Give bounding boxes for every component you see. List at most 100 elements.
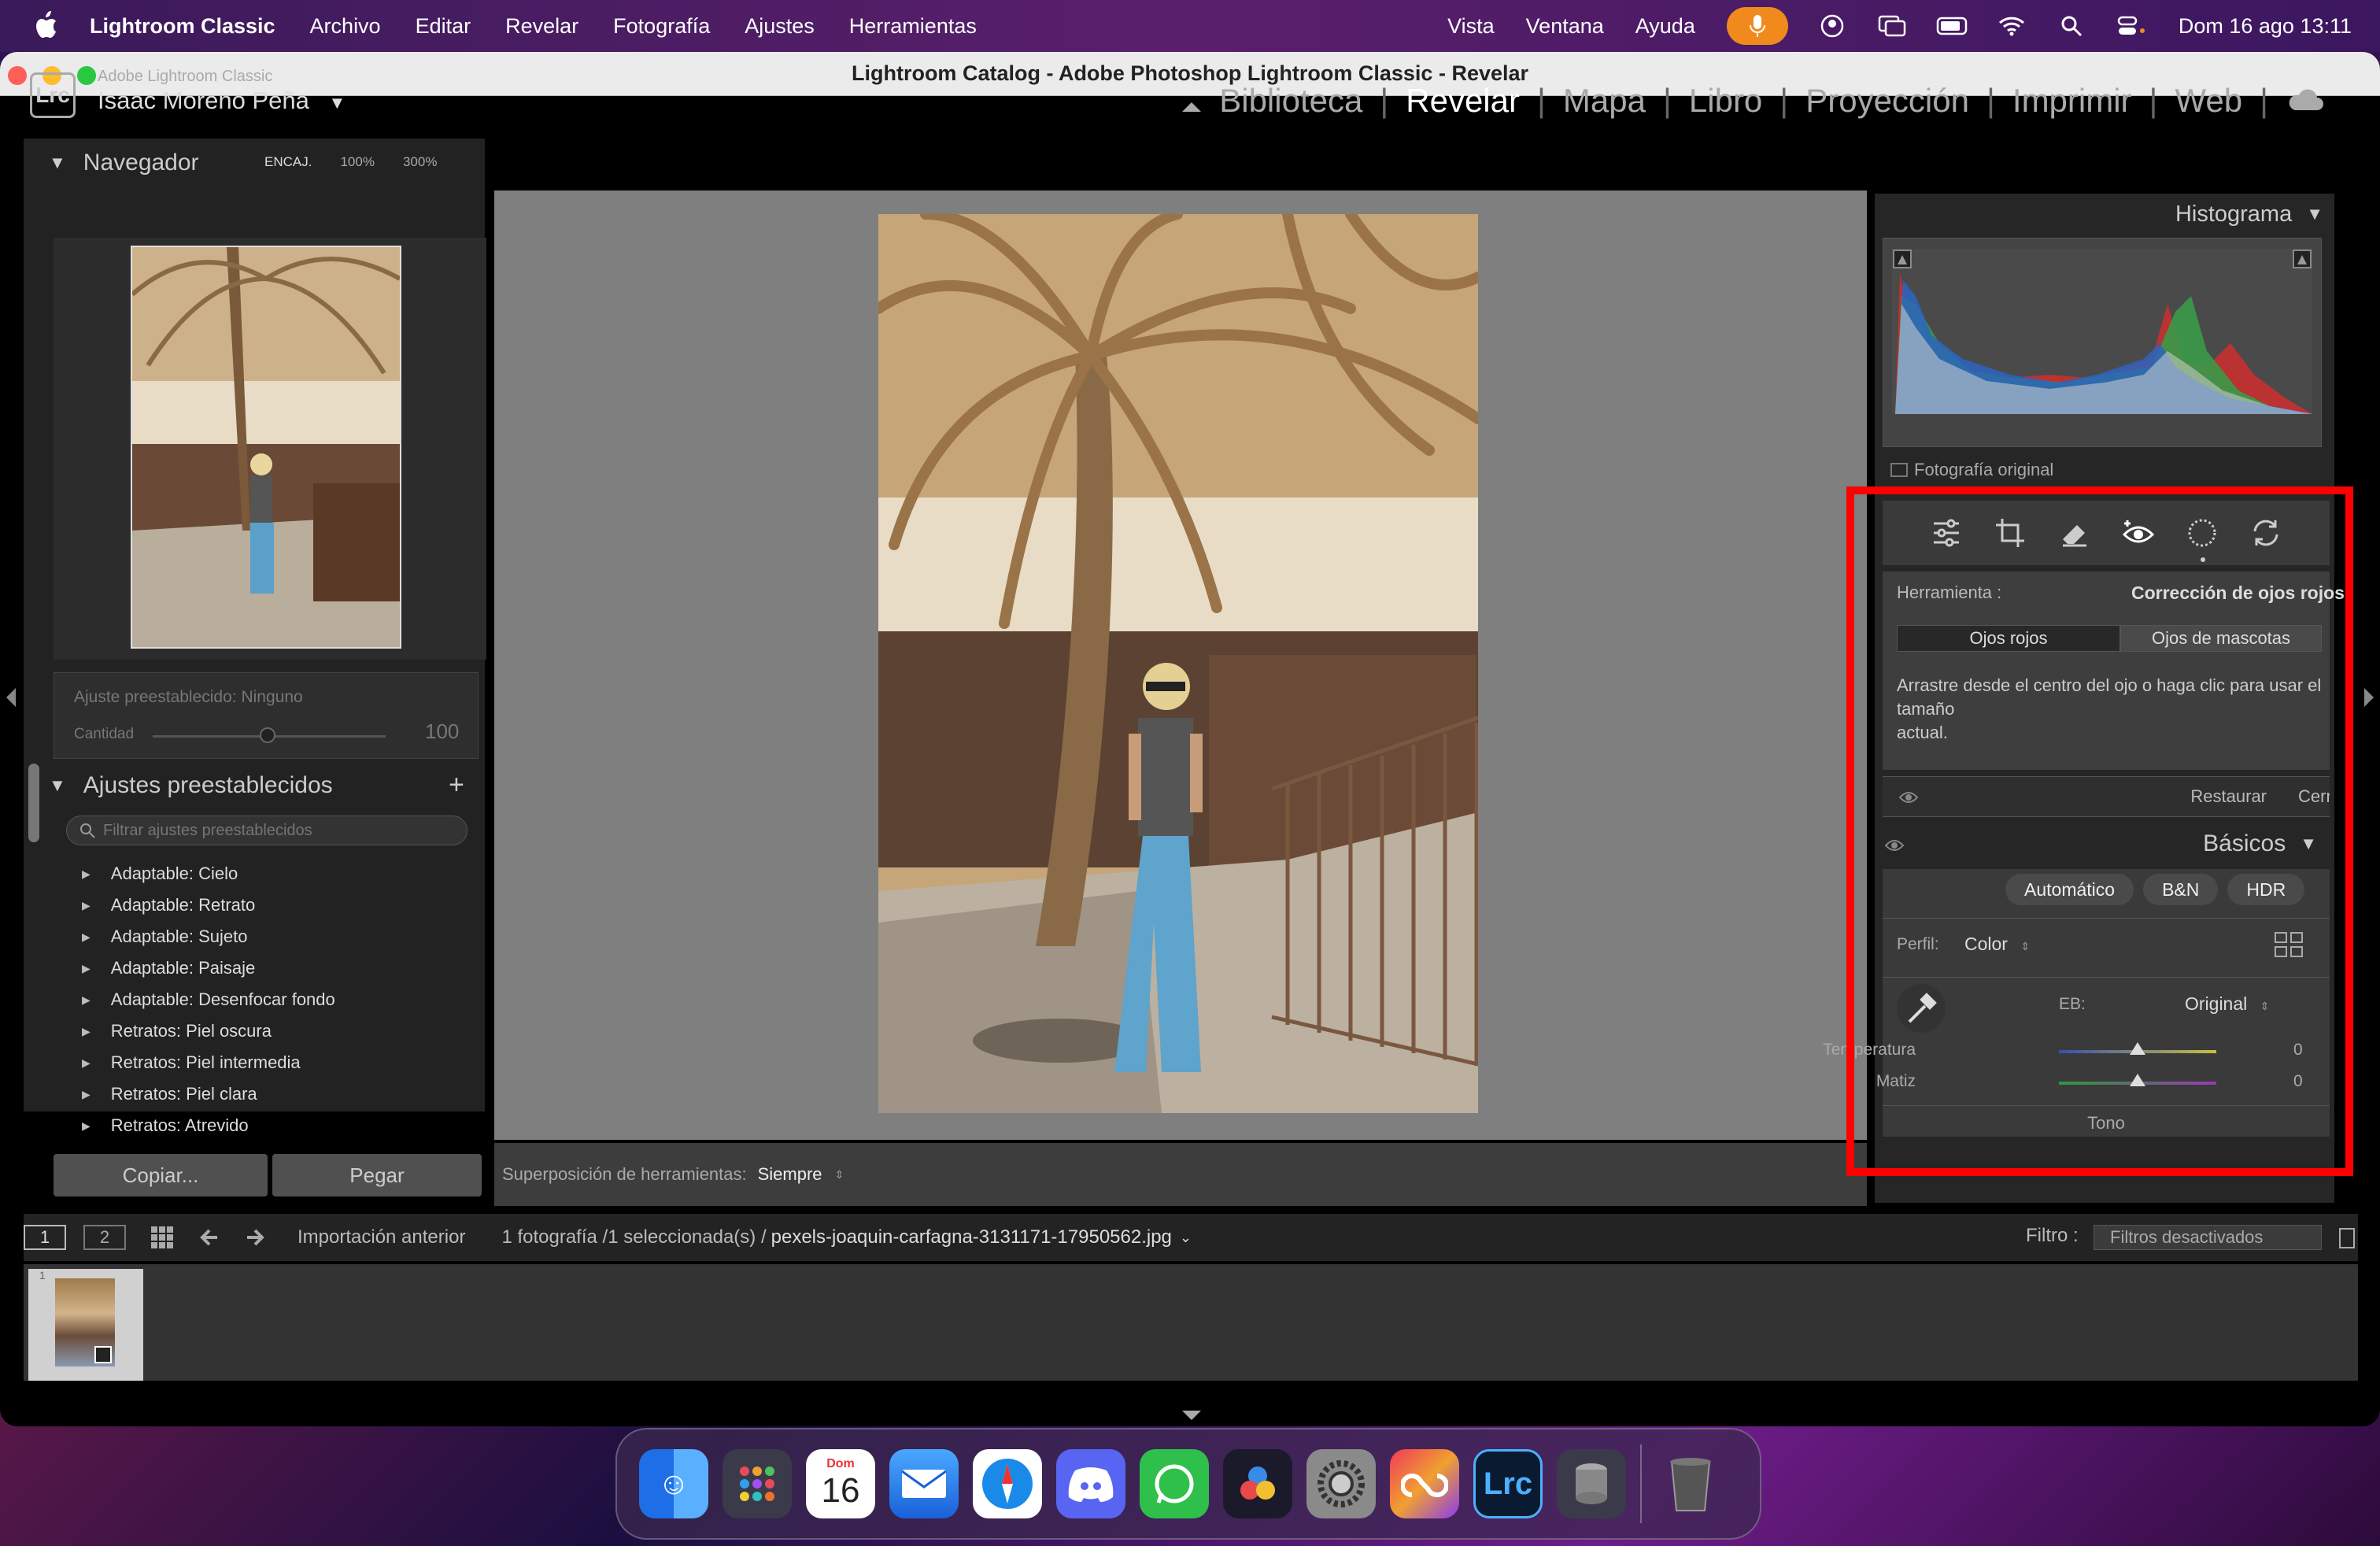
spotlight-search-icon[interactable] <box>2056 12 2087 40</box>
clock[interactable]: Dom 16 ago 13:11 <box>2179 14 2352 39</box>
menu-vista[interactable]: Vista <box>1447 14 1495 39</box>
preset-group[interactable]: ▶ Adaptable: Desenfocar fondo <box>82 984 468 1015</box>
view-page-1-button[interactable]: 1 <box>24 1225 66 1250</box>
top-panel-toggle-icon[interactable] <box>1182 102 1201 112</box>
navigator-thumbnail[interactable] <box>131 246 401 649</box>
disk-utility-app-icon[interactable] <box>1557 1449 1626 1518</box>
user-switch-icon[interactable] <box>1816 12 1848 40</box>
menu-archivo[interactable]: Archivo <box>310 14 381 39</box>
original-photo-checkbox[interactable] <box>1890 463 1908 477</box>
menu-fotografia[interactable]: Fotografía <box>613 14 710 39</box>
stepper-arrows-icon[interactable]: ⇕ <box>835 1168 844 1182</box>
left-panel-scrollbar[interactable] <box>28 764 39 842</box>
preset-group[interactable]: ▶ Retratos: Piel clara <box>82 1078 468 1110</box>
module-web[interactable]: Web <box>2157 82 2260 120</box>
expand-triangle-icon[interactable]: ▶ <box>82 993 91 1007</box>
copy-settings-button[interactable]: Copiar... <box>54 1154 268 1196</box>
expand-triangle-icon[interactable]: ▶ <box>82 1119 91 1133</box>
trash-app-icon[interactable] <box>1656 1449 1725 1518</box>
app-menu-name[interactable]: Lightroom Classic <box>90 14 275 39</box>
apple-menu-icon[interactable] <box>35 9 61 41</box>
expand-triangle-icon[interactable]: ▶ <box>82 867 91 881</box>
user-dropdown-icon[interactable]: ▼ <box>328 93 346 113</box>
expand-triangle-icon[interactable]: ▶ <box>82 1025 91 1038</box>
module-proyeccion[interactable]: Proyección <box>1788 82 1986 120</box>
filter-select[interactable]: Filtros desactivados <box>2094 1225 2322 1250</box>
menu-editar[interactable]: Editar <box>416 14 471 39</box>
preset-group[interactable]: ▶ Adaptable: Paisaje <box>82 952 468 984</box>
zoom-fit-option[interactable]: ENCAJ. <box>264 154 312 170</box>
preset-group[interactable]: ▶ Retratos: Atrevido <box>82 1110 468 1141</box>
main-photo[interactable] <box>878 214 1478 1113</box>
menu-revelar[interactable]: Revelar <box>505 14 578 39</box>
amount-value[interactable]: 100 <box>425 719 459 744</box>
microphone-icon[interactable] <box>1726 7 1788 45</box>
control-center-icon[interactable] <box>2116 12 2147 40</box>
view-page-2-button[interactable]: 2 <box>83 1225 126 1250</box>
preset-filter-input[interactable] <box>66 816 468 845</box>
left-panel-toggle-icon[interactable] <box>6 688 16 707</box>
zoom-window-button[interactable] <box>77 66 96 85</box>
zoom-100-option[interactable]: 100% <box>340 154 374 170</box>
presets-header[interactable]: ▼ Ajustes preestablecidos <box>49 767 482 804</box>
module-revelar[interactable]: Revelar <box>1388 82 1537 120</box>
preset-group[interactable]: ▶ Retratos: Piel intermedia <box>82 1047 468 1078</box>
menu-ajustes[interactable]: Ajustes <box>745 14 815 39</box>
module-separator: | <box>1380 82 1389 119</box>
creative-cloud-app-icon[interactable] <box>1390 1449 1459 1518</box>
source-label[interactable]: Importación anterior <box>298 1226 465 1248</box>
expand-triangle-icon[interactable]: ▶ <box>82 1088 91 1101</box>
right-panel-toggle-icon[interactable] <box>2364 688 2374 707</box>
preset-group[interactable]: ▶ Adaptable: Sujeto <box>82 921 468 952</box>
launchpad-app-icon[interactable] <box>722 1449 792 1518</box>
expand-triangle-icon[interactable]: ▶ <box>82 899 91 912</box>
menu-herramientas[interactable]: Herramientas <box>849 14 977 39</box>
whatsapp-app-icon[interactable] <box>1140 1449 1209 1518</box>
paste-settings-button[interactable]: Pegar <box>272 1154 482 1196</box>
preset-group[interactable]: ▶ Adaptable: Cielo <box>82 858 468 890</box>
cloud-sync-icon[interactable] <box>2268 82 2341 120</box>
user-name: Isaac Moreno Peña <box>98 87 309 114</box>
preset-group[interactable]: ▶ Retratos: Piel oscura <box>82 1015 468 1047</box>
mail-app-icon[interactable] <box>889 1449 959 1518</box>
close-window-button[interactable] <box>8 66 27 85</box>
tool-overlay-select[interactable]: Siempre <box>758 1164 822 1185</box>
lightroom-classic-app-icon[interactable]: Lrc <box>1473 1449 1543 1518</box>
battery-icon[interactable] <box>1936 12 1968 40</box>
filename-dropdown-icon[interactable]: ⌄ <box>1180 1230 1192 1246</box>
back-arrow-icon[interactable] <box>198 1226 220 1248</box>
forward-arrow-icon[interactable] <box>244 1226 266 1248</box>
histogram-plot[interactable] <box>1892 249 2312 414</box>
menu-ventana[interactable]: Ventana <box>1526 14 1604 39</box>
collapse-triangle-icon[interactable]: ▼ <box>49 153 66 173</box>
collapse-triangle-icon[interactable]: ▼ <box>49 775 66 796</box>
preset-group[interactable]: ▶ Adaptable: Retrato <box>82 890 468 921</box>
amount-slider-knob[interactable] <box>260 727 275 743</box>
calendar-app-icon[interactable]: Dom 16 <box>806 1449 875 1518</box>
screen-mirroring-icon[interactable] <box>1876 12 1908 40</box>
grid-view-icon[interactable] <box>150 1225 175 1250</box>
expand-triangle-icon[interactable]: ▶ <box>82 1056 91 1070</box>
identity-user[interactable]: Isaac Moreno Peña ▼ <box>98 87 346 115</box>
filter-lock-icon[interactable] <box>2339 1228 2355 1248</box>
histogram-header[interactable]: Histograma ▼ <box>1875 197 2323 231</box>
davinci-resolve-app-icon[interactable] <box>1223 1449 1292 1518</box>
filename[interactable]: pexels-joaquin-carfagna-3131171-17950562… <box>771 1226 1172 1248</box>
collapse-triangle-icon[interactable]: ▼ <box>2306 204 2323 224</box>
discord-app-icon[interactable] <box>1056 1449 1125 1518</box>
module-mapa[interactable]: Mapa <box>1546 82 1663 120</box>
module-imprimir[interactable]: Imprimir <box>1995 82 2149 120</box>
system-settings-app-icon[interactable] <box>1306 1449 1376 1518</box>
safari-app-icon[interactable] <box>973 1449 1042 1518</box>
add-preset-button[interactable]: + <box>449 770 464 801</box>
finder-app-icon[interactable]: ☺ <box>639 1449 708 1518</box>
module-biblioteca[interactable]: Biblioteca <box>1202 82 1380 120</box>
navigator-zoom-options: ENCAJ. 100% 300% <box>264 154 437 170</box>
module-libro[interactable]: Libro <box>1672 82 1779 120</box>
menu-ayuda[interactable]: Ayuda <box>1635 14 1695 39</box>
expand-triangle-icon[interactable]: ▶ <box>82 930 91 944</box>
bottom-panel-toggle-icon[interactable] <box>1182 1411 1201 1420</box>
zoom-300-option[interactable]: 300% <box>403 154 437 170</box>
wifi-icon[interactable] <box>1996 12 2027 40</box>
expand-triangle-icon[interactable]: ▶ <box>82 962 91 975</box>
